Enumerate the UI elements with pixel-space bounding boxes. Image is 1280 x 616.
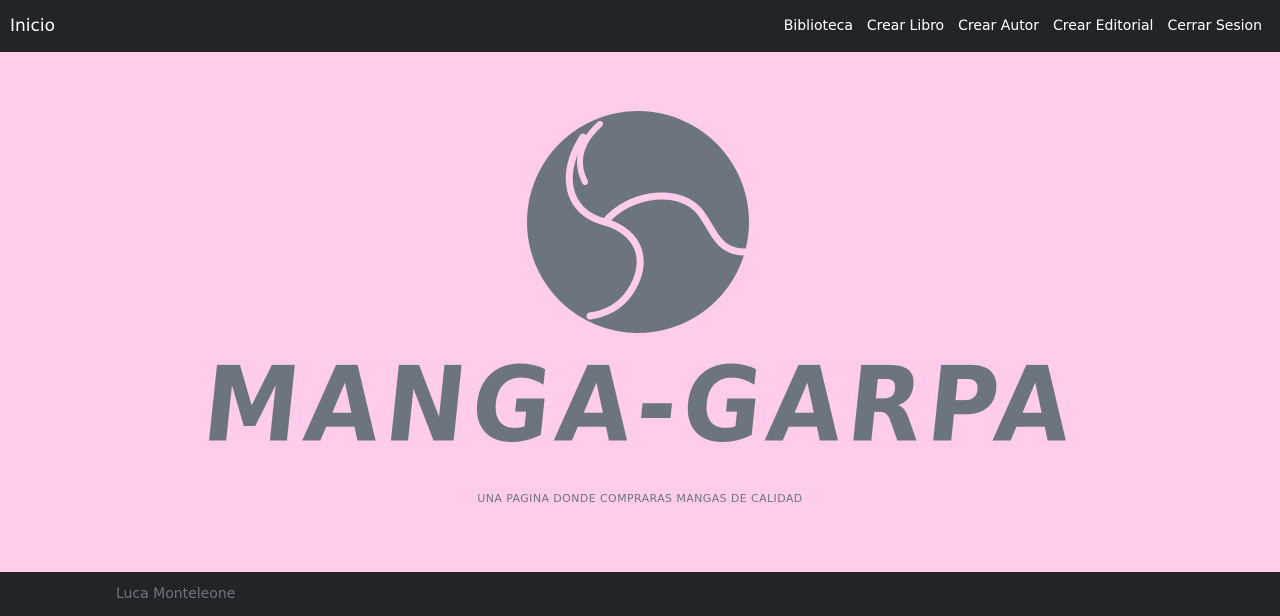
nav-link-cerrar-sesion[interactable]: Cerrar Sesion — [1167, 18, 1262, 34]
site-tagline: UNA PAGINA DONDE COMPRARAS MANGAS DE CAL… — [477, 492, 803, 505]
top-navbar: Inicio Biblioteca Crear Libro Crear Auto… — [0, 0, 1280, 52]
nav-link-crear-autor[interactable]: Crear Autor — [958, 18, 1039, 34]
footer: Luca Monteleone — [0, 572, 1280, 616]
home-link[interactable]: Inicio — [10, 16, 55, 36]
hero-banner: MANGA-GARPA UNA PAGINA DONDE COMPRARAS M… — [0, 52, 1280, 572]
footer-author: Luca Monteleone — [116, 586, 236, 602]
nav-link-crear-libro[interactable]: Crear Libro — [867, 18, 944, 34]
nav-link-biblioteca[interactable]: Biblioteca — [784, 18, 853, 34]
logo-circle — [527, 111, 749, 333]
site-title: MANGA-GARPA — [197, 344, 1083, 466]
nav-links: Biblioteca Crear Libro Crear Autor Crear… — [784, 18, 1270, 34]
nav-link-crear-editorial[interactable]: Crear Editorial — [1053, 18, 1153, 34]
